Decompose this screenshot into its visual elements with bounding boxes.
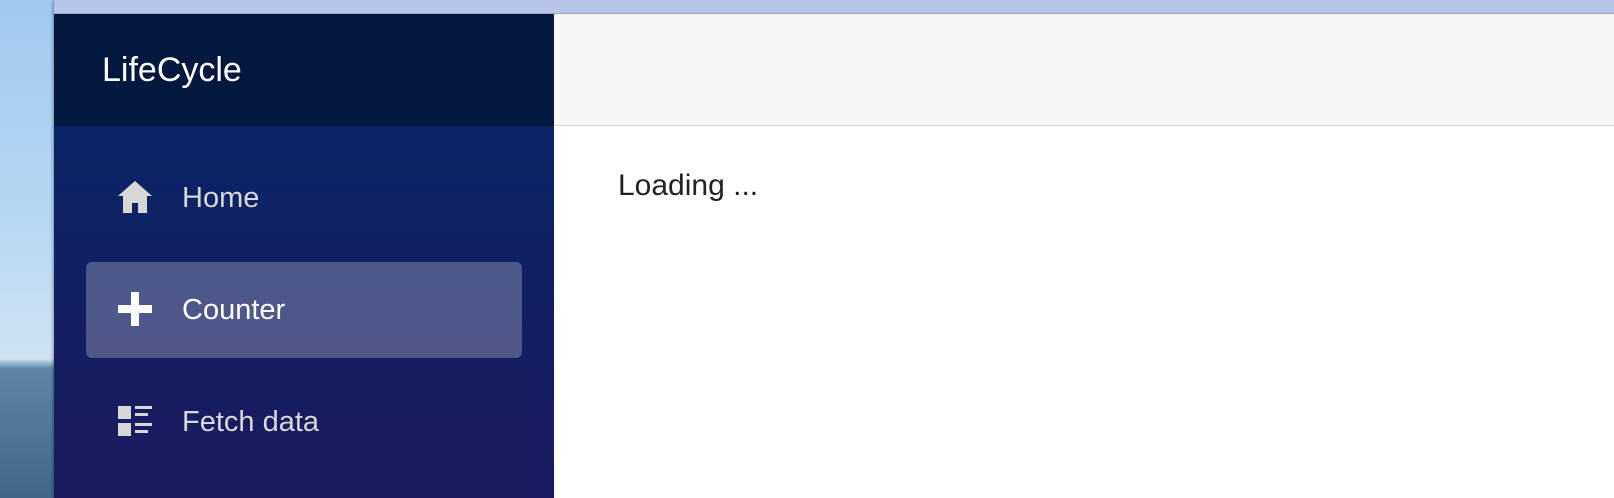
plus-icon [118, 292, 152, 326]
sidebar-item-home[interactable]: Home [86, 150, 522, 246]
sidebar-item-fetch-data[interactable]: Fetch data [86, 374, 522, 470]
brand-link[interactable]: LifeCycle [102, 50, 242, 90]
brand-bar: LifeCycle [54, 14, 554, 126]
sidebar-item-counter[interactable]: Counter [86, 262, 522, 358]
sidebar-item-label: Counter [182, 294, 286, 326]
window-titlebar[interactable] [54, 0, 1614, 14]
app-window: LifeCycle Home Counter Fetch data Loadin… [54, 0, 1614, 498]
sidebar-item-label: Fetch data [182, 406, 320, 438]
home-icon [118, 181, 152, 213]
list-rich-icon [118, 406, 152, 436]
main-content: Loading ... [554, 126, 1614, 498]
sidebar: LifeCycle Home Counter Fetch data [54, 14, 554, 498]
top-row [554, 14, 1614, 126]
sidebar-item-label: Home [182, 182, 260, 214]
loading-text: Loading ... [618, 169, 759, 202]
